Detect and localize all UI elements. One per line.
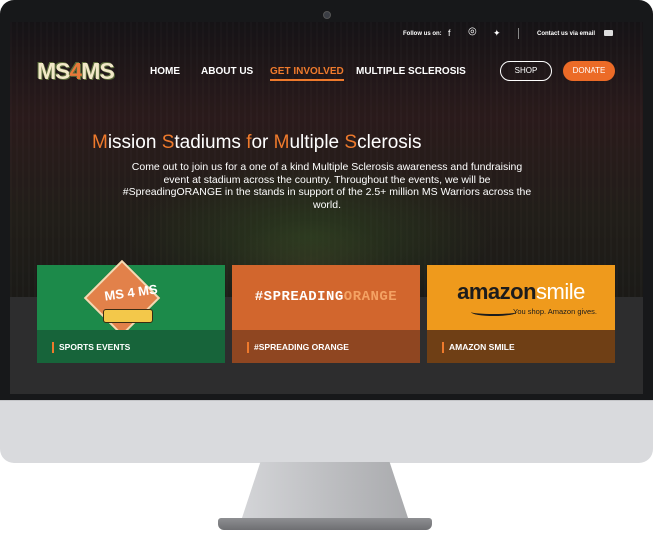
monitor-chin [0,400,653,463]
donate-button[interactable]: DONATE [563,61,615,81]
amazon-tagline: You shop. Amazon gives. [513,307,597,316]
card-footer: AMAZON SMILE [427,330,615,363]
card-footer: #SPREADING ORANGE [232,330,420,363]
card-label-amazon-smile[interactable]: AMAZON SMILE [442,342,515,353]
instagram-icon[interactable]: ◎ [468,26,477,37]
amazon-smile-arrow-icon [471,308,517,316]
facebook-icon[interactable]: f [448,28,451,38]
hero-description: Come out to join us for a one of a kind … [122,161,532,211]
hero-title: Mission Stadiums for Multiple Sclerosis [92,132,422,153]
sports-events-image: MS 4 MS [37,259,225,337]
card-label-spreading-orange[interactable]: #SPREADING ORANGE [247,342,349,353]
nav-about-us[interactable]: ABOUT US [201,66,253,77]
logo-ms-left: MS [37,58,70,84]
nav-get-involved[interactable]: GET INVOLVED [270,66,344,81]
logo-ms-right: MS [81,58,114,84]
monitor-stand-base [218,518,432,530]
follow-us-label: Follow us on: [403,31,442,37]
nav-home[interactable]: HOME [150,66,180,77]
twitter-icon[interactable]: ✦ [493,28,501,39]
card-footer: SPORTS EVENTS [37,330,225,363]
card-spreading-orange[interactable]: #SPREADINGORANGE #SPREADING ORANGE [232,265,420,363]
site-logo[interactable]: MS4MS [37,58,115,85]
topbar-divider [518,28,519,39]
webcam-icon [323,11,331,19]
mail-icon[interactable] [604,30,613,36]
monitor-bezel: Follow us on: f ◎ ✦ Contact us via email… [0,0,653,400]
card-sports-events[interactable]: MS 4 MS SPORTS EVENTS [37,259,225,363]
spreading-orange-image: #SPREADINGORANGE [232,265,420,330]
amazon-smile-logo: amazonsmile [457,279,585,304]
browser-screen: Follow us on: f ◎ ✦ Contact us via email… [10,22,643,394]
spreading-orange-graphic: #SPREADINGORANGE [254,289,398,305]
logo-four: 4 [69,58,83,84]
amazon-smile-image: amazonsmile You shop. Amazon gives. [427,265,615,330]
shop-button[interactable]: SHOP [500,61,552,81]
card-label-sports-events[interactable]: SPORTS EVENTS [52,342,130,353]
monitor-stand-neck [240,462,410,524]
contact-email-link[interactable]: Contact us via email [537,31,595,37]
card-amazon-smile[interactable]: amazonsmile You shop. Amazon gives. AMAZ… [427,265,615,363]
nav-multiple-sclerosis[interactable]: MULTIPLE SCLEROSIS [356,66,466,77]
bus-icon [103,309,153,323]
